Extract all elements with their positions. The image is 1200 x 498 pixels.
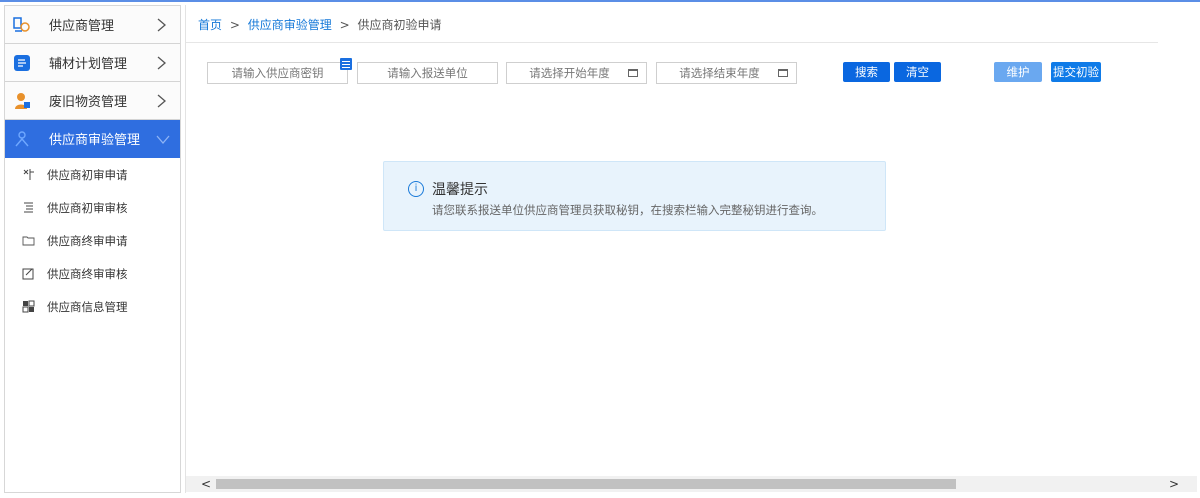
subitem-label: 供应商初审审核 — [47, 201, 128, 215]
sidebar-item-supplier-management[interactable]: 供应商管理 — [5, 6, 180, 44]
key-list-icon[interactable] — [340, 58, 352, 70]
breadcrumb-home[interactable]: 首页 — [198, 18, 222, 32]
main-panel: 首页 > 供应商审验管理 > 供应商初验申请 请输入供应商密钥 请输入报送单位 … — [185, 5, 1197, 493]
maintain-button[interactable]: 维护 — [994, 62, 1042, 82]
supplier-icon — [13, 17, 30, 32]
calendar-icon — [778, 69, 788, 77]
report-unit-input[interactable]: 请输入报送单位 — [357, 62, 498, 84]
end-year-placeholder: 请选择结束年度 — [679, 66, 760, 80]
subitem-label: 供应商初审申请 — [47, 168, 128, 182]
subitem-initial-apply[interactable]: 供应商初审申请 — [5, 158, 180, 191]
notice-text: 请您联系报送单位供应商管理员获取秘钥，在搜索栏输入完整秘钥进行查询。 — [432, 203, 823, 217]
start-year-picker[interactable]: 请选择开始年度 — [506, 62, 647, 84]
edit-icon — [22, 268, 34, 280]
end-year-picker[interactable]: 请选择结束年度 — [656, 62, 797, 84]
supplier-key-placeholder: 请输入供应商密钥 — [231, 66, 324, 80]
start-year-placeholder: 请选择开始年度 — [529, 66, 610, 80]
breadcrumb-current: 供应商初验申请 — [357, 18, 442, 32]
scrollbar-thumb[interactable] — [216, 479, 956, 489]
folder-icon — [22, 236, 35, 246]
scroll-left-icon[interactable]: < — [200, 478, 212, 490]
clear-button[interactable]: 清空 — [894, 62, 941, 82]
chevron-right-icon — [157, 56, 166, 70]
search-button[interactable]: 搜索 — [843, 62, 890, 82]
subitem-info-management[interactable]: 供应商信息管理 — [5, 290, 180, 323]
info-circle-icon: i — [408, 181, 424, 197]
chevron-right-icon — [157, 94, 166, 108]
calendar-icon — [628, 69, 638, 77]
top-accent-line — [0, 0, 1200, 2]
list-icon — [24, 202, 33, 213]
breadcrumb-section[interactable]: 供应商审验管理 — [248, 18, 332, 32]
breadcrumb: 首页 > 供应商审验管理 > 供应商初验申请 — [198, 16, 441, 33]
subitem-initial-review[interactable]: 供应商初审审核 — [5, 191, 180, 224]
report-unit-placeholder: 请输入报送单位 — [387, 66, 468, 80]
apply-icon — [23, 169, 34, 180]
breadcrumb-separator: > — [229, 18, 240, 32]
sidebar-item-waste-management[interactable]: 废旧物资管理 — [5, 82, 180, 120]
submit-initial-button[interactable]: 提交初验 — [1051, 62, 1101, 82]
notice-title: 温馨提示 — [432, 182, 488, 198]
sidebar-item-plan-management[interactable]: 辅材计划管理 — [5, 44, 180, 82]
waste-icon — [15, 93, 30, 109]
sidebar-item-label: 供应商审验管理 — [49, 133, 141, 148]
breadcrumb-divider — [186, 42, 1158, 43]
chevron-down-icon — [156, 135, 170, 144]
breadcrumb-separator: > — [339, 18, 350, 32]
notice-box: i 温馨提示 请您联系报送单位供应商管理员获取秘钥，在搜索栏输入完整秘钥进行查询… — [383, 161, 886, 231]
horizontal-scrollbar[interactable]: < > — [186, 476, 1197, 492]
sidebar-item-review-management[interactable]: 供应商审验管理 — [5, 120, 180, 158]
review-icon — [15, 131, 29, 147]
subitem-label: 供应商终审审核 — [47, 267, 128, 281]
plan-icon — [14, 55, 30, 71]
sidebar-item-label: 废旧物资管理 — [49, 95, 128, 110]
subitem-label: 供应商信息管理 — [47, 300, 128, 314]
sidebar: 供应商管理 辅材计划管理 废旧物资管理 供应商审验管理 供应商初审申请 供应商初… — [4, 5, 181, 493]
scroll-right-icon[interactable]: > — [1168, 478, 1180, 490]
chevron-right-icon — [157, 18, 166, 32]
subitem-final-apply[interactable]: 供应商终审申请 — [5, 224, 180, 257]
supplier-key-input[interactable]: 请输入供应商密钥 — [207, 62, 348, 84]
subitem-label: 供应商终审申请 — [47, 234, 128, 248]
subitem-final-review[interactable]: 供应商终审审核 — [5, 257, 180, 290]
info-icon — [22, 300, 35, 313]
sidebar-item-label: 供应商管理 — [49, 19, 115, 34]
sidebar-item-label: 辅材计划管理 — [49, 57, 128, 72]
